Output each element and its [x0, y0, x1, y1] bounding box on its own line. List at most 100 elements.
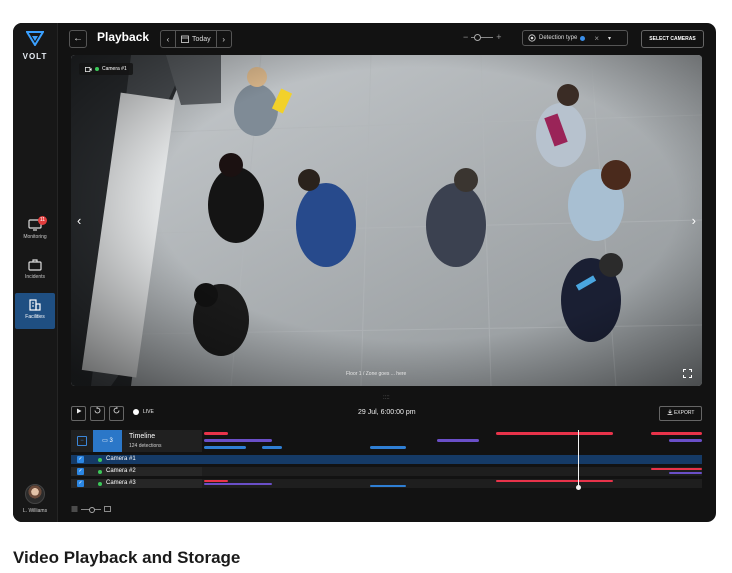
- topbar: ← Playback ‹ Today › − + Detection type …: [57, 23, 716, 55]
- camera-count: 3: [109, 438, 113, 444]
- event-bar[interactable]: [669, 439, 702, 442]
- sidebar: VOLT 11 Monitoring Incidents Facilities …: [13, 23, 58, 522]
- event-bar[interactable]: [204, 432, 228, 435]
- timeline-row-camera-1[interactable]: ✓ Camera #1: [71, 455, 202, 464]
- camera-name: Camera #1: [102, 66, 127, 72]
- timeline-zoom-slider[interactable]: [81, 506, 101, 513]
- timeline-lane[interactable]: [202, 455, 702, 464]
- sidebar-item-label: Incidents: [24, 274, 45, 280]
- user-profile[interactable]: L. Williams: [17, 484, 53, 514]
- event-bar[interactable]: [204, 446, 246, 449]
- zoom-slider-handle[interactable]: [474, 33, 482, 41]
- live-indicator-icon: [133, 409, 139, 415]
- event-bar[interactable]: [204, 480, 228, 482]
- resize-handle[interactable]: ::::: [383, 395, 390, 401]
- play-button[interactable]: [71, 406, 86, 421]
- zone-caption: Floor 1 / Zone goes ... here: [346, 371, 407, 377]
- playhead[interactable]: [578, 430, 579, 487]
- playhead-handle[interactable]: [576, 485, 581, 490]
- app-window: VOLT 11 Monitoring Incidents Facilities …: [13, 23, 716, 522]
- timeline-title: Timeline: [129, 433, 156, 440]
- event-bar[interactable]: [370, 446, 406, 449]
- camera-row-label: Camera #2: [106, 468, 136, 474]
- event-bar[interactable]: [669, 472, 702, 474]
- page-title: Playback: [97, 30, 150, 44]
- timeline: − ▭ 3 Timeline 124 detections ✓ Camera #…: [71, 430, 702, 490]
- rectangle-icon[interactable]: [104, 506, 111, 512]
- event-bar[interactable]: [496, 480, 613, 482]
- sidebar-item-incidents[interactable]: Incidents: [15, 253, 55, 289]
- fullscreen-icon[interactable]: [683, 369, 692, 378]
- next-date-button[interactable]: ›: [217, 35, 231, 44]
- sidebar-item-facilities[interactable]: Facilities: [15, 293, 55, 329]
- event-bar[interactable]: [262, 446, 282, 449]
- previous-camera-button[interactable]: ‹: [77, 213, 81, 228]
- camera-label: Camera #1: [79, 63, 133, 75]
- timeline-lane[interactable]: [202, 479, 702, 488]
- timeline-row-camera-3[interactable]: ✓ Camera #3: [71, 479, 202, 488]
- detection-type-select[interactable]: Detection type × ▾: [522, 30, 628, 46]
- checkbox[interactable]: ✓: [77, 456, 84, 463]
- event-bar[interactable]: [204, 439, 272, 442]
- zoom-slider[interactable]: [471, 33, 494, 41]
- forward-icon: [113, 407, 120, 414]
- date-picker-button[interactable]: Today: [175, 31, 217, 47]
- target-icon: [528, 34, 536, 42]
- next-camera-button[interactable]: ›: [692, 213, 696, 228]
- select-cameras-button[interactable]: SELECT CAMERAS: [641, 30, 704, 48]
- sidebar-item-monitoring[interactable]: 11 Monitoring: [15, 213, 55, 249]
- checkbox[interactable]: ✓: [77, 468, 84, 475]
- sidebar-item-label: Facilities: [25, 314, 45, 320]
- detection-type-label: Detection type: [539, 35, 578, 41]
- video-player[interactable]: Camera #1 ‹ › Floor 1 / Zone goes ... he…: [71, 55, 702, 386]
- timeline-header: − ▭ 3 Timeline 124 detections: [71, 430, 202, 452]
- building-icon: [29, 299, 41, 311]
- forward-button[interactable]: [109, 406, 124, 421]
- calendar-icon: [181, 35, 189, 43]
- collapse-checkbox[interactable]: −: [77, 436, 87, 446]
- event-bar[interactable]: [651, 432, 702, 435]
- live-button[interactable]: LIVE: [133, 409, 154, 415]
- sidebar-item-label: Monitoring: [23, 234, 47, 240]
- camera-row-label: Camera #1: [106, 456, 136, 462]
- event-bar[interactable]: [496, 432, 613, 435]
- clear-icon[interactable]: ×: [594, 34, 599, 43]
- date-navigator: ‹ Today ›: [160, 30, 232, 48]
- briefcase-icon: [28, 259, 42, 271]
- current-timestamp: 29 Jul, 6:00:00 pm: [358, 409, 416, 416]
- camera-icon: ▭: [102, 438, 108, 444]
- event-bar[interactable]: [370, 485, 406, 487]
- event-bar[interactable]: [651, 468, 702, 470]
- timeline-zoom-handle[interactable]: [89, 506, 95, 513]
- list-icon[interactable]: [71, 506, 78, 512]
- timeline-row-camera-2[interactable]: ✓ Camera #2: [71, 467, 202, 476]
- notification-badge: 11: [38, 216, 47, 225]
- video-frame: [71, 55, 702, 386]
- camera-count-button[interactable]: ▭ 3: [93, 430, 122, 452]
- timeline-track-area[interactable]: [202, 430, 702, 490]
- play-icon: [76, 408, 81, 414]
- rewind-button[interactable]: [90, 406, 105, 421]
- avatar: [25, 484, 45, 504]
- export-button[interactable]: EXPORT: [659, 406, 702, 421]
- checkbox[interactable]: ✓: [77, 480, 84, 487]
- camera-row-label: Camera #3: [106, 480, 136, 486]
- back-button[interactable]: ←: [69, 30, 87, 48]
- prev-date-button[interactable]: ‹: [161, 35, 175, 44]
- rewind-icon: [94, 407, 101, 414]
- logo-text: VOLT: [22, 52, 48, 61]
- event-bar[interactable]: [204, 483, 272, 485]
- date-label: Today: [192, 35, 211, 43]
- logo[interactable]: VOLT: [19, 31, 51, 61]
- timeline-lane[interactable]: [202, 467, 702, 476]
- playback-controls: LIVE 29 Jul, 6:00:00 pm EXPORT: [71, 406, 702, 426]
- live-label: LIVE: [143, 409, 154, 415]
- page-caption: Video Playback and Storage: [13, 548, 241, 567]
- event-bar[interactable]: [437, 439, 479, 442]
- export-label: EXPORT: [673, 410, 695, 416]
- zoom-out-button[interactable]: −: [463, 32, 468, 42]
- zoom-in-button[interactable]: +: [496, 32, 501, 42]
- download-icon: [667, 409, 673, 415]
- chevron-down-icon[interactable]: ▾: [608, 35, 611, 42]
- online-status-icon: [95, 67, 99, 71]
